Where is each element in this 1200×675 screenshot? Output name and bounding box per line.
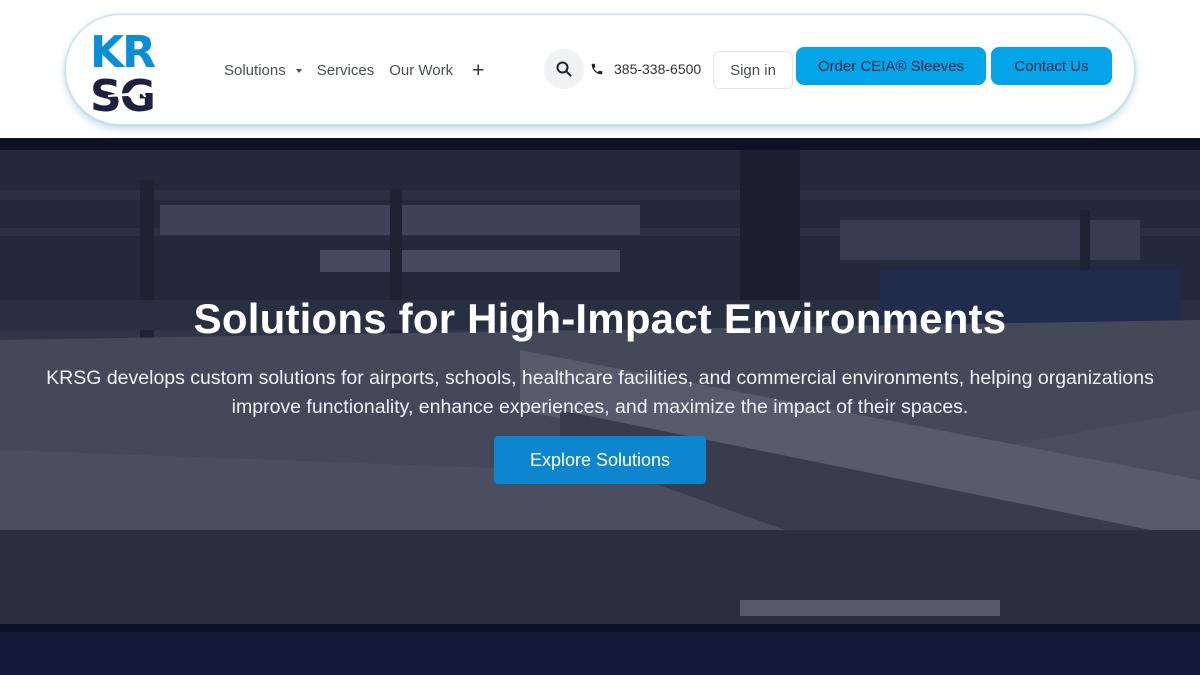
site-header: KR SG Solutions Services Our Work + 385-… — [0, 0, 1200, 138]
phone-link[interactable]: 385-338-6500 — [590, 49, 701, 89]
primary-nav: Solutions Services Our Work + — [224, 15, 484, 126]
phone-number: 385-338-6500 — [614, 61, 702, 77]
page: KR SG Solutions Services Our Work + 385-… — [0, 0, 1200, 675]
nav-item-services[interactable]: Services — [317, 62, 375, 79]
hero-section: Solutions for High-Impact Environments K… — [0, 138, 1200, 632]
search-icon — [556, 61, 572, 77]
nav-item-our-work[interactable]: Our Work — [389, 62, 453, 79]
hero-description-line: KRSG develops custom solutions for airpo… — [46, 367, 1154, 389]
contact-button-label: Contact Us — [1014, 57, 1089, 75]
explore-solutions-label: Explore Solutions — [529, 449, 671, 470]
nav-item-label: Services — [316, 62, 375, 79]
explore-solutions-button[interactable]: Explore Solutions — [494, 436, 706, 484]
next-section-band — [0, 632, 1200, 675]
sign-in-button[interactable]: Sign in — [713, 51, 793, 89]
sign-in-label: Sign in — [730, 61, 776, 79]
caret-down-icon — [295, 69, 302, 73]
nav-item-label: Solutions — [224, 62, 286, 79]
order-ceia-sleeves-button[interactable]: Order CEIA® Sleeves — [796, 47, 986, 85]
krsg-logo[interactable]: KR SG — [90, 29, 194, 113]
hero-title: Solutions for High-Impact Environments — [193, 295, 1007, 342]
phone-icon — [591, 63, 603, 75]
nav-item-solutions[interactable]: Solutions — [224, 62, 302, 79]
contact-us-button[interactable]: Contact Us — [991, 47, 1112, 85]
order-button-label: Order CEIA® Sleeves — [817, 57, 965, 75]
hero-description: KRSG develops custom solutions for airpo… — [0, 364, 1200, 422]
hero-description-line: improve functionality, enhance experienc… — [231, 396, 969, 418]
navbar: KR SG Solutions Services Our Work + 385-… — [65, 14, 1135, 125]
plus-icon[interactable]: + — [472, 60, 484, 81]
nav-item-label: Our Work — [389, 62, 454, 79]
search-button[interactable] — [544, 49, 584, 89]
